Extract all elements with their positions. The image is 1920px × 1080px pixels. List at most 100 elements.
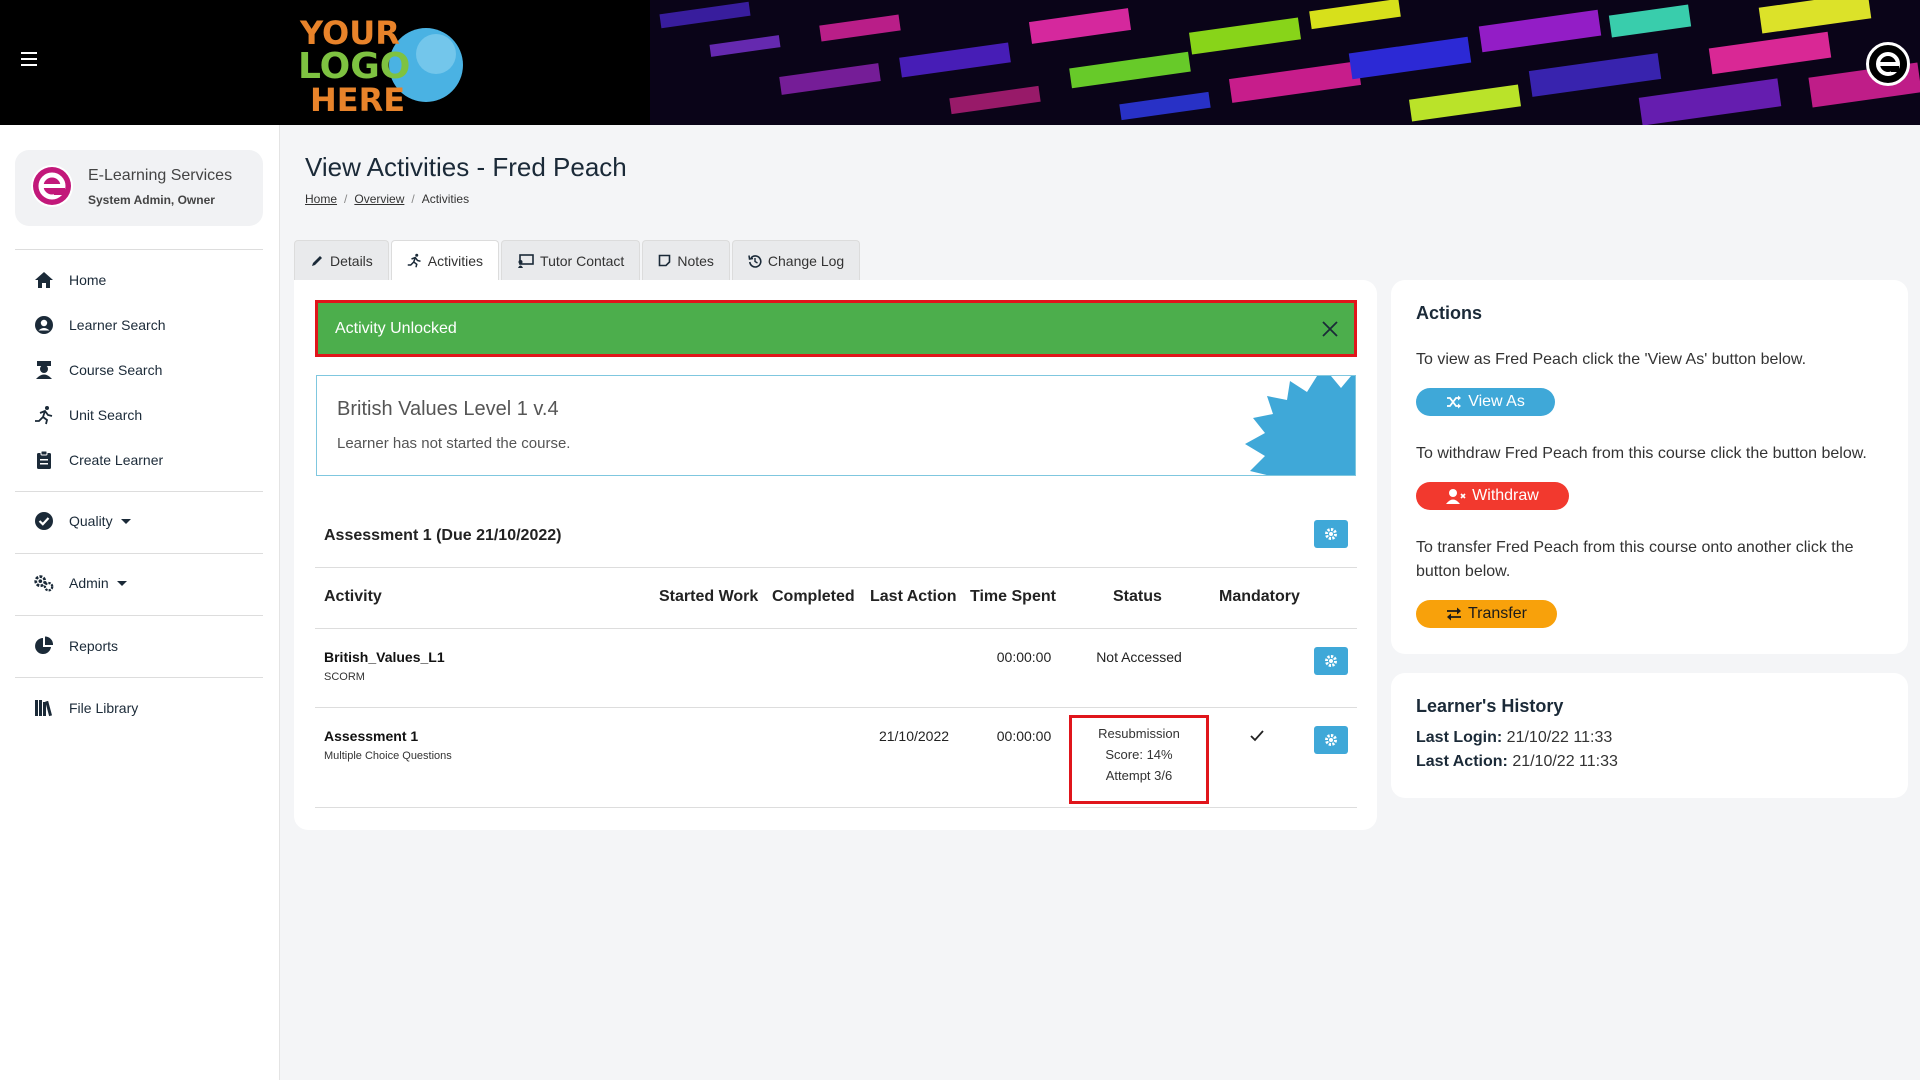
clipboard-icon	[33, 449, 55, 471]
tab-bar: Details Activities Tutor Contact Notes C…	[294, 240, 862, 280]
last-login-label: Last Login:	[1416, 729, 1503, 746]
tab-details[interactable]: Details	[294, 240, 389, 280]
course-title: British Values Level 1 v.4	[337, 398, 559, 420]
col-header-completed: Completed	[772, 588, 855, 605]
sidebar-item-label: Course Search	[69, 362, 163, 378]
activity-settings-button[interactable]	[1314, 647, 1348, 675]
tab-tutor-contact[interactable]: Tutor Contact	[501, 240, 641, 280]
hamburger-menu-icon[interactable]	[21, 52, 37, 66]
mandatory-check-icon	[1250, 730, 1264, 742]
learner-history-card: Learner's History Last Login: 21/10/22 1…	[1391, 673, 1908, 798]
success-alert: Activity Unlocked	[315, 300, 1357, 357]
tab-label: Notes	[677, 252, 714, 269]
tab-label: Tutor Contact	[540, 252, 625, 269]
assessment-heading: Assessment 1 (Due 21/10/2022)	[324, 527, 562, 544]
gear-icon	[1325, 734, 1337, 746]
tab-activities[interactable]: Activities	[390, 240, 500, 280]
sidebar-item-label: Home	[69, 272, 107, 288]
sidebar-item-learner-search[interactable]: Learner Search	[33, 313, 166, 337]
gear-icon	[1325, 528, 1337, 540]
status-highlight: Resubmission Score: 14% Attempt 3/6	[1069, 715, 1209, 804]
sidebar-item-create-learner[interactable]: Create Learner	[33, 448, 163, 472]
course-badge-graphic	[1245, 376, 1355, 475]
sidebar-item-reports[interactable]: Reports	[33, 634, 118, 658]
divider	[315, 567, 1357, 568]
divider	[15, 615, 263, 616]
last-action-line: Last Action: 21/10/22 11:33	[1416, 753, 1618, 771]
chevron-down-icon	[120, 518, 131, 524]
activities-panel: Activity Unlocked British Values Level 1…	[294, 280, 1377, 830]
time-spent: 00:00:00	[996, 649, 1052, 665]
view-as-button[interactable]: View As	[1416, 388, 1555, 416]
profile-card[interactable]: E-Learning Services System Admin, Owner	[15, 150, 263, 226]
books-icon	[33, 697, 55, 719]
note-icon	[659, 254, 671, 267]
sidebar-item-course-search[interactable]: Course Search	[33, 358, 162, 382]
withdraw-label: Withdraw	[1472, 487, 1539, 504]
last-login-line: Last Login: 21/10/22 11:33	[1416, 729, 1612, 747]
graduate-icon	[33, 359, 55, 381]
activity-settings-button[interactable]	[1314, 726, 1348, 754]
status-text: Not Accessed	[1096, 649, 1182, 665]
col-header-time-spent: Time Spent	[970, 588, 1056, 605]
chevron-down-icon	[116, 580, 127, 586]
transfer-button[interactable]: Transfer	[1416, 600, 1557, 628]
sidebar-item-label: File Library	[69, 700, 139, 716]
check-circle-icon	[33, 510, 55, 532]
page-title: View Activities - Fred Peach	[305, 152, 627, 182]
sidebar-item-unit-search[interactable]: Unit Search	[33, 403, 142, 427]
breadcrumb-current: Activities	[421, 192, 470, 206]
top-header: YOUR LOGO HERE	[0, 0, 1920, 125]
svg-text:HERE: HERE	[310, 81, 405, 118]
tab-change-log[interactable]: Change Log	[731, 240, 861, 280]
withdraw-text: To withdraw Fred Peach from this course …	[1416, 445, 1867, 462]
withdraw-button[interactable]: Withdraw	[1416, 482, 1569, 510]
activity-title[interactable]: Assessment 1	[324, 728, 452, 744]
actions-card: Actions To view as Fred Peach click the …	[1391, 280, 1908, 654]
divider	[15, 677, 263, 678]
status-text: Resubmission	[1098, 726, 1180, 741]
transfer-arrows-icon	[1447, 607, 1461, 621]
profile-name: E-Learning Services	[88, 167, 233, 184]
view-as-text: To view as Fred Peach click the 'View As…	[1416, 351, 1807, 368]
pencil-icon	[312, 255, 322, 266]
activity-title[interactable]: British_Values_L1	[324, 649, 445, 665]
sidebar-item-admin[interactable]: Admin	[33, 571, 127, 595]
tab-notes[interactable]: Notes	[642, 240, 730, 280]
activity-type: Multiple Choice Questions	[324, 750, 452, 762]
actions-title: Actions	[1416, 303, 1483, 323]
breadcrumb: Home / Overview / Activities	[305, 192, 470, 206]
table-row-activity: Assessment 1 Multiple Choice Questions	[324, 728, 452, 762]
assessment-settings-button[interactable]	[1314, 520, 1348, 548]
runner-icon	[407, 253, 421, 268]
sidebar-item-label: Create Learner	[69, 452, 164, 468]
sidebar-item-home[interactable]: Home	[33, 268, 106, 292]
breadcrumb-home-link[interactable]: Home	[305, 192, 337, 206]
sidebar-item-label: Reports	[69, 638, 119, 654]
user-remove-icon	[1446, 489, 1466, 504]
sidebar-item-quality[interactable]: Quality	[33, 509, 131, 533]
divider	[315, 807, 1357, 808]
divider	[15, 249, 263, 250]
sidebar-item-file-library[interactable]: File Library	[33, 696, 138, 720]
tab-label: Change Log	[767, 252, 845, 269]
last-action: 21/10/2022	[878, 728, 950, 744]
company-logo: YOUR LOGO HERE	[298, 14, 463, 118]
last-login-value: 21/10/22 11:33	[1506, 729, 1613, 746]
divider	[15, 491, 263, 492]
view-as-label: View As	[1468, 393, 1525, 410]
course-status: Learner has not started the course.	[337, 435, 571, 452]
chalkboard-icon	[518, 253, 534, 268]
divider	[315, 707, 1357, 708]
brand-e-icon[interactable]	[1866, 42, 1910, 86]
last-action-label: Last Action:	[1416, 753, 1508, 770]
activity-type: SCORM	[324, 671, 365, 683]
history-icon	[748, 254, 762, 268]
col-header-activity: Activity	[324, 588, 382, 605]
course-summary: British Values Level 1 v.4 Learner has n…	[316, 375, 1356, 476]
col-header-status: Status	[1113, 588, 1162, 605]
pie-chart-icon	[33, 635, 55, 657]
sidebar-item-label: Learner Search	[69, 317, 166, 333]
close-icon[interactable]	[1320, 319, 1340, 339]
breadcrumb-overview-link[interactable]: Overview	[354, 192, 404, 206]
